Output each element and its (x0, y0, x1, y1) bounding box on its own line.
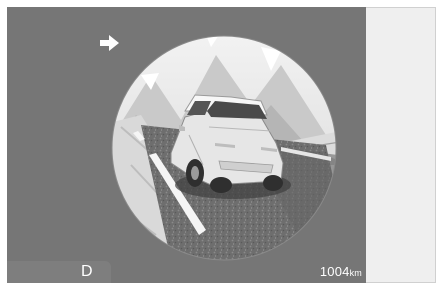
odometer-value: 1004 (319, 264, 350, 279)
cluster-display: D 1004km (7, 7, 366, 283)
odometer: 1004km (320, 265, 362, 280)
car-illustration (111, 35, 337, 261)
gear-indicator: D (81, 263, 93, 280)
odometer-unit: km (349, 268, 362, 278)
status-bar: D 1004km (7, 261, 366, 283)
gear-indicator-box: D (7, 261, 111, 283)
